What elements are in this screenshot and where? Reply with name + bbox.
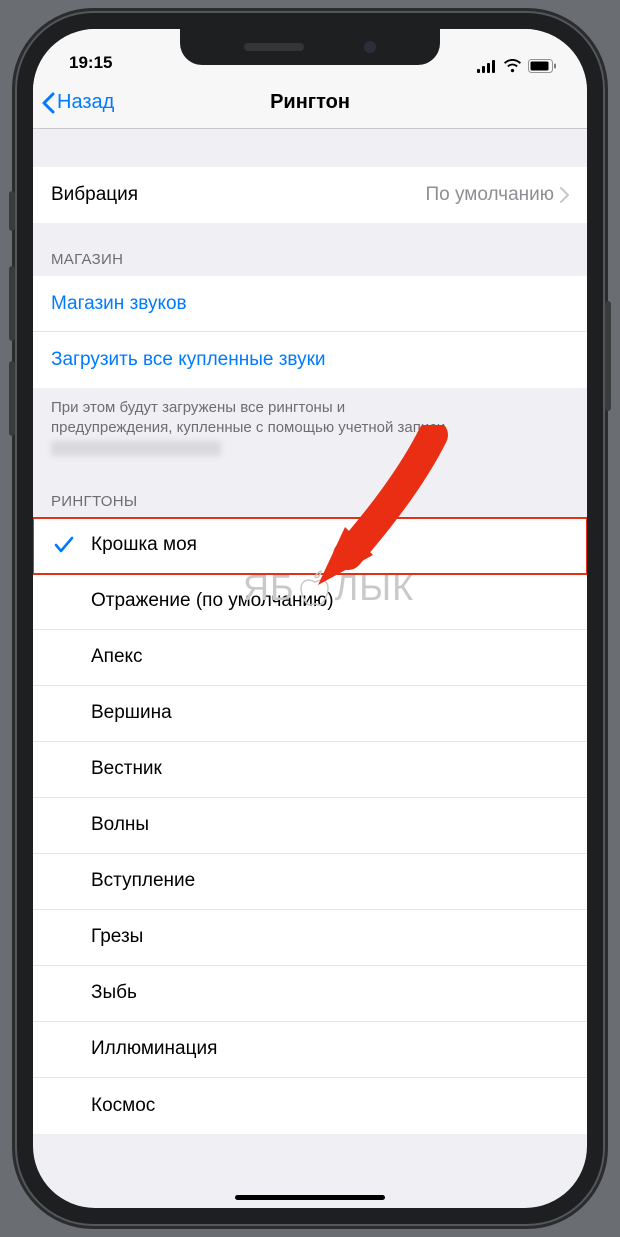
back-button[interactable]: Назад bbox=[41, 91, 114, 114]
nav-bar: Назад Рингтон bbox=[33, 77, 587, 129]
mute-switch[interactable] bbox=[9, 191, 15, 231]
download-all-link[interactable]: Загрузить все купленные звуки bbox=[33, 332, 587, 388]
ringtone-label: Волны bbox=[91, 814, 149, 836]
store-section-header: МАГАЗИН bbox=[33, 223, 587, 276]
back-label: Назад bbox=[57, 91, 114, 114]
ringtone-row[interactable]: Вершина bbox=[33, 686, 587, 742]
vibration-row[interactable]: Вибрация По умолчанию bbox=[33, 167, 587, 223]
battery-icon bbox=[528, 59, 557, 73]
volume-up-button[interactable] bbox=[9, 266, 15, 341]
cellular-icon bbox=[477, 60, 497, 73]
ringtone-label: Крошка моя bbox=[91, 534, 197, 556]
chevron-right-icon bbox=[560, 187, 569, 203]
ringtone-label: Апекс bbox=[91, 646, 143, 668]
check-column bbox=[47, 854, 81, 909]
redacted-account bbox=[51, 441, 221, 456]
store-section-footer: При этом будут загружены все рингтоны и … bbox=[33, 388, 587, 465]
check-column bbox=[47, 518, 81, 573]
chevron-left-icon bbox=[41, 92, 55, 114]
phone-frame: 19:15 Назад Рингтон Вибрация По умолчани… bbox=[15, 11, 605, 1226]
ringtone-label: Грезы bbox=[91, 926, 143, 948]
content[interactable]: Вибрация По умолчанию МАГАЗИН Магазин зв… bbox=[33, 129, 587, 1134]
check-column bbox=[47, 686, 81, 741]
ringtone-label: Вестник bbox=[91, 758, 162, 780]
ringtone-label: Вершина bbox=[91, 702, 172, 724]
ringtone-label: Вступление bbox=[91, 870, 195, 892]
ringtone-row[interactable]: Иллюминация bbox=[33, 1022, 587, 1078]
ringtone-list: Крошка моя Отражение (по умолчанию) Апекс В… bbox=[33, 518, 587, 1134]
ringtone-row[interactable]: Апекс bbox=[33, 630, 587, 686]
status-time: 19:15 bbox=[69, 53, 112, 73]
checkmark-icon bbox=[54, 536, 74, 554]
check-column bbox=[47, 574, 81, 629]
check-column bbox=[47, 1022, 81, 1077]
power-button[interactable] bbox=[605, 301, 611, 411]
wifi-icon bbox=[503, 59, 522, 73]
check-column bbox=[47, 630, 81, 685]
home-indicator[interactable] bbox=[235, 1195, 385, 1200]
ringtone-label: Иллюминация bbox=[91, 1038, 217, 1060]
ringtone-row[interactable]: Космос bbox=[33, 1078, 587, 1134]
ringtone-row[interactable]: Грезы bbox=[33, 910, 587, 966]
screen: 19:15 Назад Рингтон Вибрация По умолчани… bbox=[33, 29, 587, 1208]
ringtone-row[interactable]: Зыбь bbox=[33, 966, 587, 1022]
check-column bbox=[47, 966, 81, 1021]
ringtone-row[interactable]: Отражение (по умолчанию) bbox=[33, 574, 587, 630]
check-column bbox=[47, 742, 81, 797]
check-column bbox=[47, 910, 81, 965]
check-column bbox=[47, 798, 81, 853]
ringtones-section-header: РИНГТОНЫ bbox=[33, 465, 587, 518]
volume-down-button[interactable] bbox=[9, 361, 15, 436]
ringtone-label: Космос bbox=[91, 1095, 155, 1117]
ringtone-row[interactable]: Вестник bbox=[33, 742, 587, 798]
vibration-label: Вибрация bbox=[51, 184, 138, 206]
notch bbox=[180, 29, 440, 65]
ringtone-label: Отражение (по умолчанию) bbox=[91, 590, 334, 612]
vibration-value: По умолчанию bbox=[426, 184, 561, 206]
nav-title: Рингтон bbox=[33, 91, 587, 114]
check-column bbox=[47, 1078, 81, 1134]
ringtone-row[interactable]: Крошка моя bbox=[33, 518, 587, 574]
ringtone-row[interactable]: Вступление bbox=[33, 854, 587, 910]
ringtone-label: Зыбь bbox=[91, 982, 137, 1004]
ringtone-row[interactable]: Волны bbox=[33, 798, 587, 854]
tone-store-link[interactable]: Магазин звуков bbox=[33, 276, 587, 332]
